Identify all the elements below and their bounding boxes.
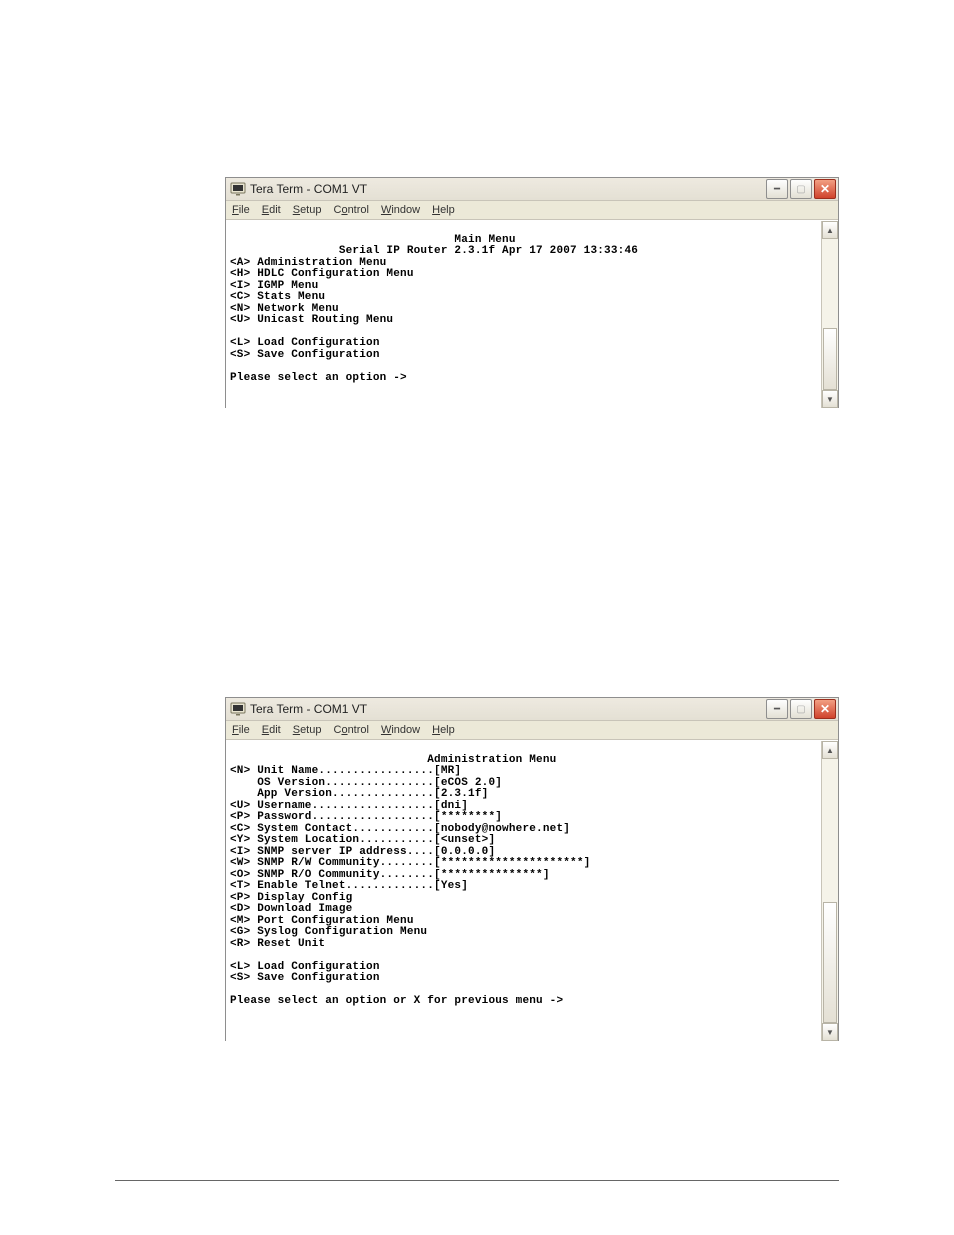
terminal-area[interactable]: Main Menu Serial IP Router 2.3.1f Apr 17… (226, 221, 821, 408)
menu-setup[interactable]: Setup (293, 204, 322, 216)
vertical-scrollbar[interactable]: ▲ ▼ (821, 221, 838, 408)
close-button[interactable]: ✕ (814, 179, 836, 199)
menu-window[interactable]: Window (381, 204, 420, 216)
window-title: Tera Term - COM1 VT (250, 702, 762, 716)
menu-edit[interactable]: Edit (262, 724, 281, 736)
close-button[interactable]: ✕ (814, 699, 836, 719)
titlebar[interactable]: Tera Term - COM1 VT ━ ▢ ✕ (226, 698, 838, 721)
tera-term-window-main: Tera Term - COM1 VT ━ ▢ ✕ File Edit Setu… (225, 177, 839, 408)
minimize-button[interactable]: ━ (766, 179, 788, 199)
maximize-button[interactable]: ▢ (790, 699, 812, 719)
app-icon (230, 181, 246, 197)
menu-file[interactable]: File (232, 204, 250, 216)
page-footer-rule (115, 1180, 839, 1181)
vertical-scrollbar[interactable]: ▲ ▼ (821, 741, 838, 1041)
terminal-text: Administration Menu <N> Unit Name.......… (230, 743, 817, 1008)
scroll-up-button[interactable]: ▲ (822, 741, 838, 759)
terminal-text: Main Menu Serial IP Router 2.3.1f Apr 17… (230, 223, 817, 384)
scroll-up-button[interactable]: ▲ (822, 221, 838, 239)
app-icon (230, 701, 246, 717)
window-title: Tera Term - COM1 VT (250, 182, 762, 196)
menu-help[interactable]: Help (432, 724, 455, 736)
menu-control[interactable]: Control (333, 724, 368, 736)
terminal-area[interactable]: Administration Menu <N> Unit Name.......… (226, 741, 821, 1041)
scroll-thumb[interactable] (823, 902, 837, 1023)
menu-file[interactable]: File (232, 724, 250, 736)
menubar: File Edit Setup Control Window Help (226, 721, 838, 740)
menu-edit[interactable]: Edit (262, 204, 281, 216)
menu-control[interactable]: Control (333, 204, 368, 216)
menu-help[interactable]: Help (432, 204, 455, 216)
menubar: File Edit Setup Control Window Help (226, 201, 838, 220)
scroll-track[interactable] (822, 239, 838, 390)
scroll-thumb[interactable] (823, 328, 837, 390)
maximize-button[interactable]: ▢ (790, 179, 812, 199)
scroll-down-button[interactable]: ▼ (822, 390, 838, 408)
scroll-track[interactable] (822, 759, 838, 1023)
menu-window[interactable]: Window (381, 724, 420, 736)
titlebar[interactable]: Tera Term - COM1 VT ━ ▢ ✕ (226, 178, 838, 201)
tera-term-window-admin: Tera Term - COM1 VT ━ ▢ ✕ File Edit Setu… (225, 697, 839, 1041)
scroll-down-button[interactable]: ▼ (822, 1023, 838, 1041)
menu-setup[interactable]: Setup (293, 724, 322, 736)
minimize-button[interactable]: ━ (766, 699, 788, 719)
